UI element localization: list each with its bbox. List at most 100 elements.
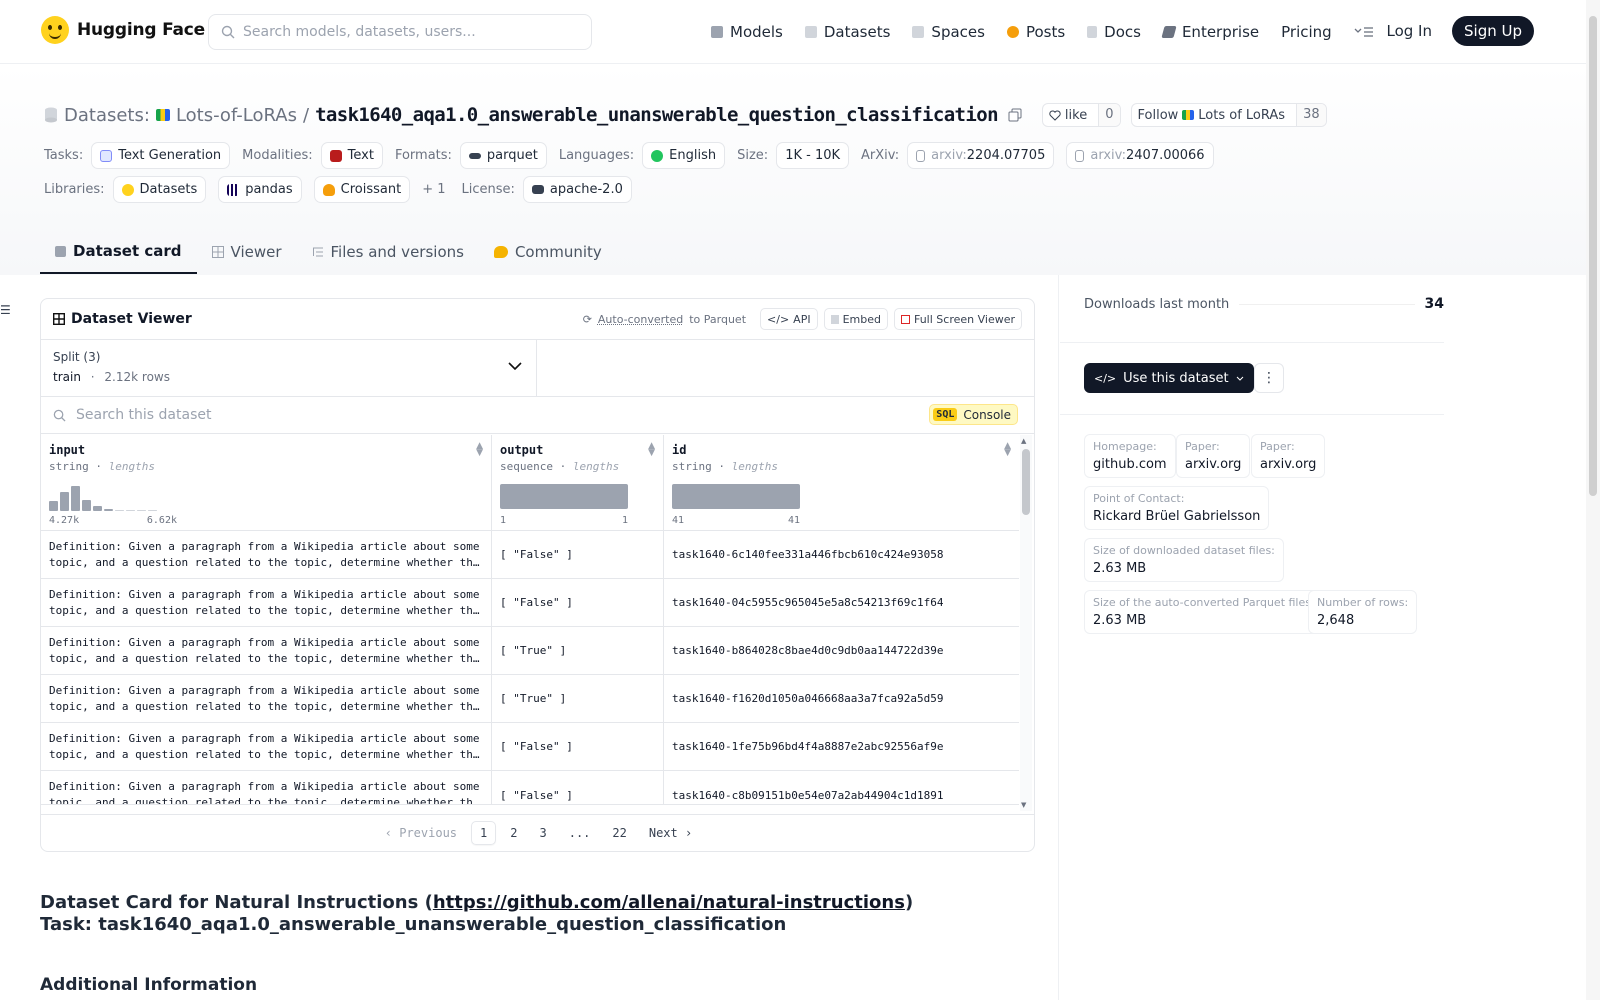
page-2[interactable]: 2: [502, 822, 525, 844]
nav-enterprise[interactable]: Enterprise: [1152, 23, 1270, 41]
nav-posts[interactable]: Posts: [996, 23, 1076, 41]
auto-converted-link[interactable]: Auto-converted: [598, 313, 683, 326]
cell-output[interactable]: [ "False" ]: [492, 531, 664, 578]
cell-output[interactable]: [ "False" ]: [492, 579, 664, 626]
info-paper-2[interactable]: Paper: arxiv.org: [1251, 434, 1326, 478]
table-row[interactable]: Definition: Given a paragraph from a Wik…: [41, 579, 1019, 627]
natural-instructions-link[interactable]: https://github.com/allenai/natural-instr…: [433, 892, 905, 913]
nav-datasets[interactable]: Datasets: [794, 23, 902, 41]
page-3[interactable]: 3: [531, 822, 554, 844]
info-point-of-contact[interactable]: Point of Contact: Rickard Brüel Gabrielss…: [1084, 486, 1270, 530]
more-options-button[interactable]: ⋮: [1254, 363, 1284, 393]
info-paper-1[interactable]: Paper: arxiv.org: [1176, 434, 1251, 478]
nav-pricing[interactable]: Pricing: [1270, 23, 1343, 41]
dataset-search[interactable]: SQL Console: [41, 397, 1034, 434]
global-search[interactable]: [208, 14, 592, 50]
embed-button[interactable]: Embed: [823, 308, 888, 330]
toc-toggle-icon[interactable]: ☰: [0, 303, 11, 317]
brand[interactable]: Hugging Face: [41, 16, 205, 44]
cell-input[interactable]: Definition: Given a paragraph from a Wik…: [41, 675, 492, 722]
dataset-search-input[interactable]: [76, 407, 776, 423]
split-selector[interactable]: Split (3) train · 2.12k rows: [41, 340, 537, 396]
sql-console-button[interactable]: SQL Console: [929, 404, 1018, 425]
tab-files[interactable]: Files and versions: [297, 230, 479, 274]
tag-language[interactable]: English: [642, 142, 726, 169]
api-button[interactable]: </> API: [760, 308, 818, 330]
global-search-input[interactable]: [243, 24, 573, 40]
page-scrollbar[interactable]: [1586, 0, 1600, 1000]
scroll-down-icon[interactable]: ▼: [1021, 801, 1026, 809]
cell-output[interactable]: [ "False" ]: [492, 771, 664, 804]
tag-arxiv-2[interactable]: arxiv: 2407.00066: [1066, 142, 1214, 169]
tag-library-croissant[interactable]: Croissant: [313, 176, 411, 203]
table-row[interactable]: Definition: Given a paragraph from a Wik…: [41, 771, 1019, 805]
table-row[interactable]: Definition: Given a paragraph from a Wik…: [41, 531, 1019, 579]
tab-dataset-card-label: Dataset card: [73, 242, 182, 260]
cell-input[interactable]: Definition: Given a paragraph from a Wik…: [41, 531, 492, 578]
pagination-next[interactable]: Next ›: [641, 822, 700, 844]
main-nav: Models Datasets Spaces Posts Docs Enterp…: [700, 0, 1385, 64]
tag-license[interactable]: apache-2.0: [522, 176, 632, 203]
cell-output[interactable]: [ "True" ]: [492, 627, 664, 674]
tag-size[interactable]: 1K - 10K: [776, 142, 850, 169]
info-key: Homepage:: [1093, 440, 1157, 453]
nav-docs[interactable]: Docs: [1076, 23, 1152, 41]
copy-icon[interactable]: [1008, 108, 1022, 122]
tag-arxiv-1[interactable]: arxiv: 2204.07705: [907, 142, 1055, 169]
breadcrumb-org[interactable]: Lots-of-LoRAs: [176, 105, 297, 126]
table-row[interactable]: Definition: Given a paragraph from a Wik…: [41, 675, 1019, 723]
cell-id[interactable]: task1640-04c5955c965045e5a8c54213f69c1f6…: [664, 579, 1019, 626]
nav-spaces[interactable]: Spaces: [901, 23, 996, 41]
table-scrollbar[interactable]: ▲ ▼: [1020, 435, 1032, 811]
cell-input[interactable]: Definition: Given a paragraph from a Wik…: [41, 771, 492, 804]
table-row[interactable]: Definition: Given a paragraph from a Wik…: [41, 627, 1019, 675]
scrollbar-thumb[interactable]: [1022, 449, 1030, 515]
use-this-dataset-button[interactable]: </> Use this dataset: [1084, 363, 1254, 393]
full-screen-button[interactable]: Full Screen Viewer: [893, 308, 1022, 330]
pagination-next-label: Next: [648, 826, 678, 840]
libraries-more[interactable]: + 1: [422, 182, 445, 197]
paper-icon: [916, 149, 926, 162]
sort-icon[interactable]: ▲ ▼: [476, 442, 483, 458]
page-22[interactable]: 22: [604, 822, 634, 844]
login-link[interactable]: Log In: [1379, 22, 1441, 40]
tag-library-pandas[interactable]: pandas: [218, 176, 302, 203]
breadcrumb-section[interactable]: Datasets:: [64, 105, 150, 126]
cell-input[interactable]: Definition: Given a paragraph from a Wik…: [41, 627, 492, 674]
like-button[interactable]: like 0: [1041, 103, 1121, 127]
cell-id[interactable]: task1640-f1620d1050a046668aa3a7fca92a5d5…: [664, 675, 1019, 722]
cell-id[interactable]: task1640-1fe75b96bd4f4a8887e2abc92556af9…: [664, 723, 1019, 770]
column-header-output[interactable]: output sequence · lengths ▲ ▼ 11: [492, 435, 664, 530]
dataset-name[interactable]: task1640_aqa1.0_answerable_unanswerable_…: [315, 104, 998, 126]
follow-button[interactable]: Follow Lots of LoRAs 38: [1130, 103, 1327, 127]
cell-input[interactable]: Definition: Given a paragraph from a Wik…: [41, 723, 492, 770]
sidebar-divider: [1060, 414, 1444, 415]
cell-id[interactable]: task1640-6c140fee331a446fbcb610c424e9305…: [664, 531, 1019, 578]
sort-icon[interactable]: ▲ ▼: [1004, 442, 1011, 458]
column-header-id[interactable]: id string · lengths ▲ ▼ 41 41: [664, 435, 1019, 530]
tab-viewer[interactable]: Viewer: [197, 230, 297, 274]
cell-id[interactable]: task1640-b864028c8bae4d0c9db0aa144722d39…: [664, 627, 1019, 674]
tag-task[interactable]: Text Generation: [91, 142, 231, 169]
tab-community[interactable]: Community: [479, 230, 617, 274]
column-header-input[interactable]: input string · lengths ▲ ▼ 4.27k 6.62k: [41, 435, 492, 530]
nav-models[interactable]: Models: [700, 23, 794, 41]
cell-output[interactable]: [ "True" ]: [492, 675, 664, 722]
scroll-up-icon[interactable]: ▲: [1021, 437, 1026, 445]
info-value: github.com: [1093, 457, 1167, 472]
nav-spaces-label: Spaces: [931, 23, 985, 41]
signup-button[interactable]: Sign Up: [1452, 16, 1534, 46]
cell-input[interactable]: Definition: Given a paragraph from a Wik…: [41, 579, 492, 626]
cell-output[interactable]: [ "False" ]: [492, 723, 664, 770]
tag-library-datasets[interactable]: Datasets: [112, 176, 207, 203]
tag-format[interactable]: parquet: [459, 142, 547, 169]
table-row[interactable]: Definition: Given a paragraph from a Wik…: [41, 723, 1019, 771]
page-1[interactable]: 1: [471, 821, 497, 845]
page-scrollbar-thumb[interactable]: [1589, 16, 1597, 496]
tab-dataset-card[interactable]: Dataset card: [40, 230, 197, 274]
sort-icon[interactable]: ▲ ▼: [648, 442, 655, 458]
pagination-previous[interactable]: ‹ Previous: [377, 822, 465, 844]
info-homepage[interactable]: Homepage: github.com: [1084, 434, 1176, 478]
tag-modality[interactable]: Text: [320, 142, 383, 169]
cell-id[interactable]: task1640-c8b09151b0e54e07a2ab44904c1d189…: [664, 771, 1019, 804]
